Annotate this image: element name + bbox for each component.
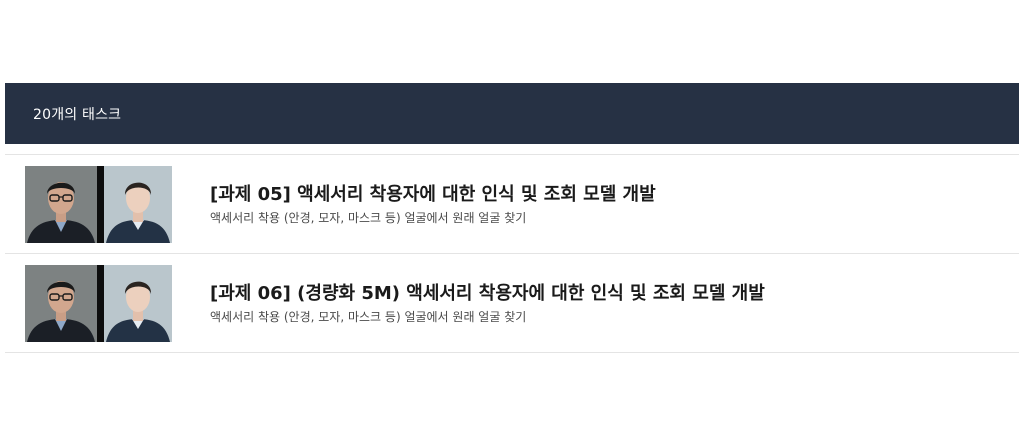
photo-separator	[97, 165, 104, 243]
task-item-06[interactable]: [과제 06] (경량화 5M) 액세서리 착용자에 대한 인식 및 조회 모델…	[5, 254, 1019, 353]
task-description: 액세서리 착용 (안경, 모자, 마스크 등) 얼굴에서 원래 얼굴 찾기	[210, 309, 527, 324]
task-panel: 20개의 태스크 [과제 05] 액세서리 착용자에 대한 인식 및 조회 모델…	[5, 83, 1019, 353]
face-photo-original	[104, 165, 172, 243]
task-item-05[interactable]: [과제 05] 액세서리 착용자에 대한 인식 및 조회 모델 개발 액세서리 …	[5, 155, 1019, 254]
task-thumbnail	[25, 165, 172, 243]
task-title[interactable]: [과제 06] (경량화 5M) 액세서리 착용자에 대한 인식 및 조회 모델…	[210, 282, 765, 306]
task-count-label: 20개의 태스크	[33, 106, 122, 123]
task-text: [과제 06] (경량화 5M) 액세서리 착용자에 대한 인식 및 조회 모델…	[210, 282, 765, 325]
task-text: [과제 05] 액세서리 착용자에 대한 인식 및 조회 모델 개발 액세서리 …	[210, 183, 656, 226]
photo-separator	[97, 264, 104, 342]
face-photo-with-glasses	[25, 165, 97, 243]
task-thumbnail	[25, 264, 172, 342]
task-description: 액세서리 착용 (안경, 모자, 마스크 등) 얼굴에서 원래 얼굴 찾기	[210, 210, 527, 225]
task-list: [과제 05] 액세서리 착용자에 대한 인식 및 조회 모델 개발 액세서리 …	[5, 154, 1019, 353]
face-photo-with-glasses	[25, 264, 97, 342]
face-photo-original	[104, 264, 172, 342]
task-title[interactable]: [과제 05] 액세서리 착용자에 대한 인식 및 조회 모델 개발	[210, 183, 656, 207]
task-list-header: 20개의 태스크	[5, 83, 1019, 144]
